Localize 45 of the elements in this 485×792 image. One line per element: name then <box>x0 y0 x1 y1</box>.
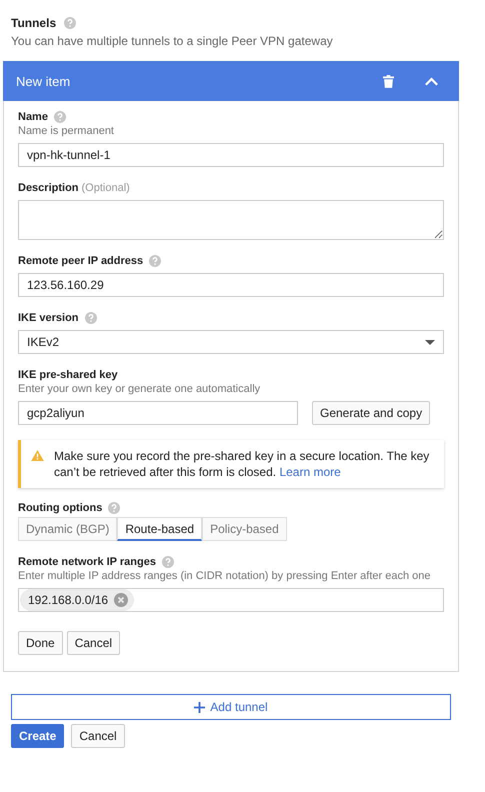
generate-button[interactable]: Generate and copy <box>312 401 430 425</box>
plus-icon <box>194 702 206 712</box>
section-subtitle: You can have multiple tunnels to a single Peer VPN gateway <box>11 34 334 48</box>
optional-label: (Optional) <box>82 182 130 194</box>
field-label: Description <box>18 182 79 194</box>
add-tunnel-button[interactable]: Add tunnel <box>11 694 451 720</box>
field-label: Routing options <box>18 502 102 514</box>
key-field[interactable]: gcp2aliyun <box>18 401 298 425</box>
form-button[interactable]: Cancel <box>66 631 120 655</box>
field-label: Remote peer IP address <box>18 255 144 267</box>
help-icon[interactable] <box>54 111 66 123</box>
help-icon[interactable] <box>162 556 174 568</box>
panel-header[interactable]: New item <box>3 61 459 101</box>
routing-tab[interactable]: Route-based <box>117 517 202 541</box>
text-field[interactable]: 123.56.160.29 <box>18 273 444 297</box>
field-label: IKE version <box>18 312 79 324</box>
form-button[interactable]: Create <box>11 724 64 748</box>
trash-icon[interactable] <box>383 74 394 88</box>
field-hint: Name is permanent <box>18 125 115 137</box>
field-hint: Enter your own key or generate one automatically <box>18 383 262 395</box>
warning-text: Make sure you record the pre-shared key in a secure location. The key can’t be retrieved after this form is closed. Learn more <box>54 448 430 480</box>
caret-icon <box>425 340 435 344</box>
text-field[interactable]: vpn-hk-tunnel-1 <box>18 143 444 167</box>
field-hint: Enter multiple IP address ranges (in CIDR notation) by pressing Enter after each one <box>18 570 432 582</box>
help-icon[interactable] <box>149 255 162 267</box>
ip-ranges-field[interactable]: 192.168.0.0/16 <box>18 588 444 612</box>
chevron-icon[interactable] <box>424 76 439 86</box>
form-button[interactable]: Cancel <box>71 724 125 748</box>
warning-icon <box>31 450 44 461</box>
remove-icon[interactable] <box>114 593 128 607</box>
learn-more-link[interactable]: Learn more <box>279 465 341 479</box>
description-field[interactable] <box>18 200 444 240</box>
routing-tab[interactable]: Policy-based <box>202 517 287 541</box>
ike-version-dropdown[interactable]: IKEv2 <box>18 330 444 354</box>
chip-text: 192.168.0.0/16 <box>28 593 108 607</box>
help-icon[interactable] <box>84 312 97 324</box>
field-label: Name <box>18 111 48 123</box>
field-label: IKE pre-shared key <box>18 369 118 381</box>
field-label: Remote network IP ranges <box>18 556 156 568</box>
panel-title: New item <box>16 74 72 88</box>
form-button[interactable]: Done <box>18 631 63 655</box>
help-icon[interactable] <box>64 17 76 29</box>
section-title: Tunnels <box>11 16 56 30</box>
routing-tab[interactable]: Dynamic (BGP) <box>18 517 118 541</box>
help-icon[interactable] <box>108 502 120 514</box>
